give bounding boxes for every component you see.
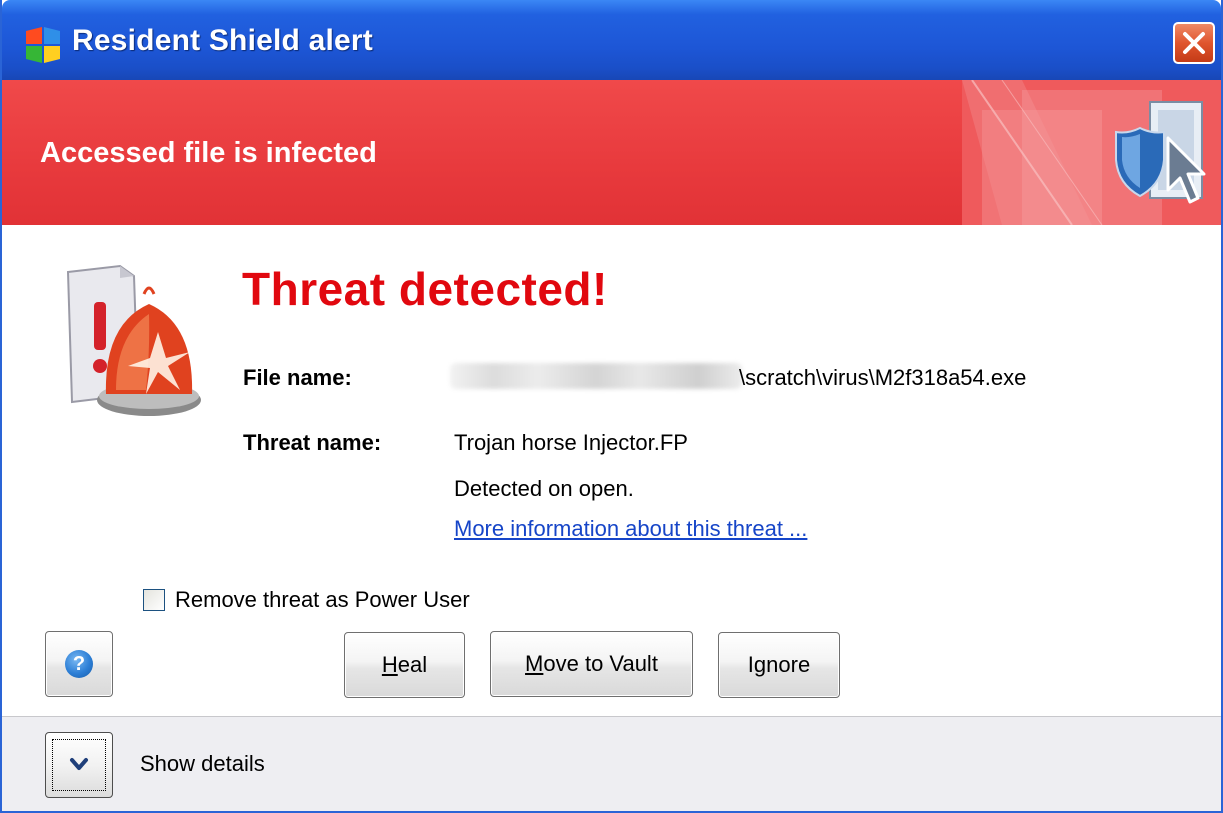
show-details-button[interactable] (45, 732, 113, 798)
vault-accelerator: M (525, 651, 544, 676)
more-info-link[interactable]: More information about this threat ... (454, 516, 807, 542)
chevron-down-icon (70, 758, 88, 770)
alert-window: Resident Shield alert Accessed file is i… (0, 0, 1223, 813)
close-button[interactable] (1173, 22, 1215, 64)
threat-name-value: Trojan horse Injector.FP (454, 430, 688, 455)
shield-cursor-icon (1115, 101, 1206, 204)
help-button[interactable]: ? (45, 631, 113, 697)
title-bar[interactable]: Resident Shield alert (2, 0, 1221, 80)
heal-accelerator: H (381, 652, 398, 677)
details-footer: Show details (2, 716, 1221, 811)
file-name-value: \scratch\virus\M2f318a54.exe (739, 365, 1027, 390)
heal-label: eal (397, 652, 428, 677)
detected-text: Detected on open. (454, 476, 634, 501)
ignore-button[interactable]: Ignore (718, 632, 840, 698)
move-to-vault-button[interactable]: Move to Vault (490, 631, 693, 697)
close-icon (1183, 32, 1205, 54)
help-icon: ? (65, 650, 93, 678)
alert-banner: Accessed file is infected (2, 80, 1221, 225)
banner-title: Accessed file is infected (40, 137, 377, 169)
avg-app-icon (26, 27, 60, 63)
window-title: Resident Shield alert (72, 24, 373, 57)
threat-name-label: Threat name: (243, 430, 382, 455)
redacted-path (450, 363, 742, 389)
power-user-option[interactable]: Remove threat as Power User (143, 585, 470, 615)
siren-icon (66, 264, 201, 416)
file-name-label: File name: (243, 365, 352, 390)
power-user-label: Remove threat as Power User (175, 587, 470, 612)
power-user-checkbox[interactable] (143, 589, 165, 611)
heal-button[interactable]: Heal (344, 632, 465, 698)
vault-label: ove to Vault (543, 651, 658, 676)
threat-heading: Threat detected! (242, 263, 608, 315)
show-details-label[interactable]: Show details (140, 751, 265, 777)
